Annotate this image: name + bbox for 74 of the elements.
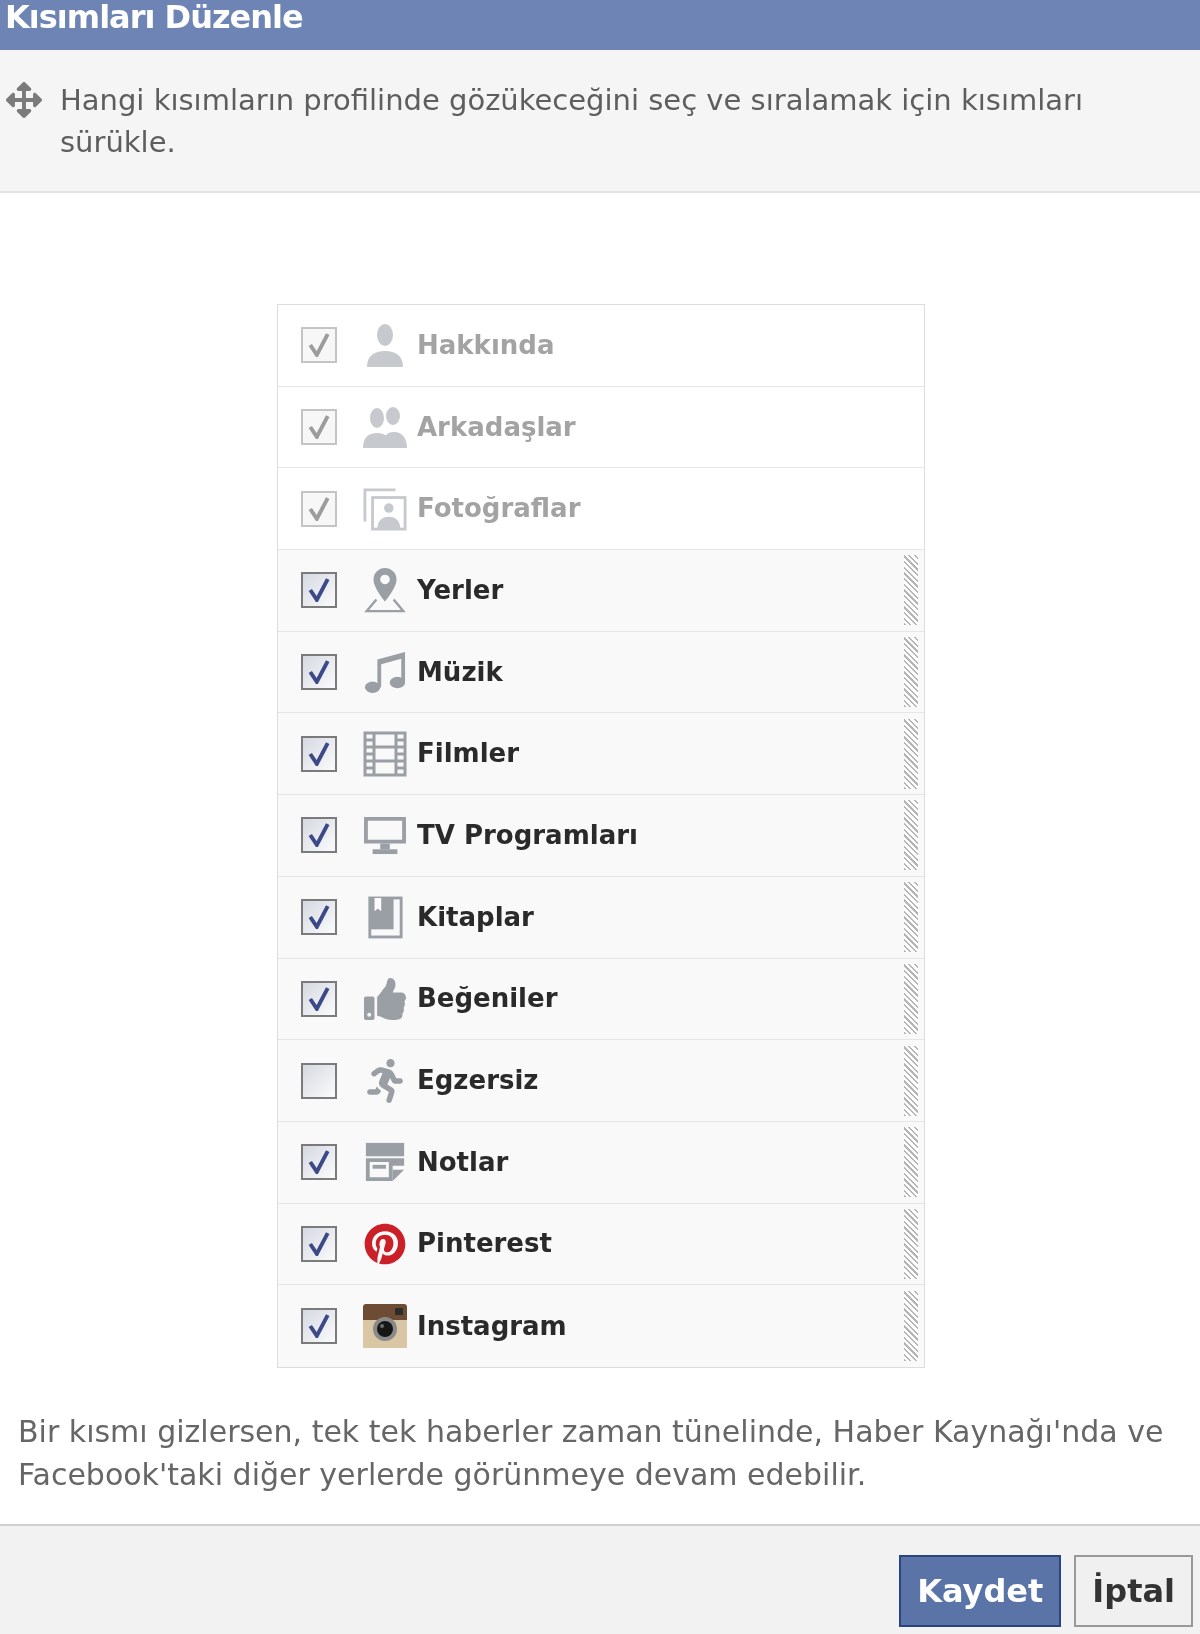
section-label: Müzik	[417, 655, 503, 689]
check-icon	[308, 1314, 330, 1339]
checkbox[interactable]	[301, 980, 337, 1017]
two-people-icon	[362, 406, 408, 449]
section-row[interactable]: Yerler	[278, 550, 924, 632]
check-icon	[308, 741, 330, 766]
check-icon	[308, 1150, 330, 1175]
thumbs-up-icon	[363, 977, 407, 1020]
monitor-icon	[362, 815, 408, 856]
section-label: Arkadaşlar	[417, 410, 576, 444]
drag-handle[interactable]	[904, 555, 918, 626]
section-row[interactable]: Müzik	[278, 631, 924, 714]
drag-handle[interactable]	[904, 800, 918, 871]
check-icon	[308, 578, 330, 603]
section-label: Yerler	[417, 573, 504, 607]
drag-handle[interactable]	[904, 1045, 918, 1116]
drag-handle[interactable]	[904, 718, 918, 789]
photos-icon	[363, 486, 407, 531]
section-row[interactable]: Instagram	[278, 1285, 924, 1367]
check-icon	[308, 905, 330, 930]
section-label: Fotoğraflar	[417, 492, 581, 526]
section-label: Kitaplar	[417, 900, 534, 934]
notes-icon	[364, 1141, 406, 1184]
cancel-button[interactable]: İptal	[1074, 1555, 1193, 1627]
section-label: Pinterest	[417, 1227, 552, 1261]
section-row[interactable]: Egzersiz	[278, 1040, 924, 1122]
checkbox[interactable]	[301, 735, 337, 772]
music-note-icon	[364, 650, 406, 695]
check-icon	[308, 496, 330, 521]
drag-handle[interactable]	[904, 963, 918, 1034]
drag-handle[interactable]	[904, 1291, 918, 1362]
checkbox[interactable]	[301, 817, 337, 854]
checkbox[interactable]	[301, 1225, 337, 1262]
drag-handle[interactable]	[904, 637, 918, 708]
map-pin-icon	[363, 567, 407, 614]
section-label: Hakkında	[417, 328, 555, 362]
note-text: Bir kısmı gizlersen, tek tek haberler zaman tünelinde, Haber Kaynağı'nda ve Facebook'taki diğer yerlerde görünmeye devam edebilir.	[17, 1412, 1165, 1494]
section-label: Egzersiz	[417, 1064, 539, 1098]
check-icon	[308, 1231, 330, 1256]
section-label: TV Programları	[417, 818, 638, 852]
section-row[interactable]: Filmler	[278, 713, 924, 796]
film-strip-icon	[363, 730, 407, 777]
book-icon	[366, 895, 404, 940]
check-icon	[308, 660, 330, 685]
checkbox[interactable]	[301, 899, 337, 936]
check-icon	[308, 415, 330, 440]
instruction-text: Hangi kısımların profilinde gözükeceğini seç ve sıralamak için kısımları sürükle.	[60, 82, 1085, 161]
circle-logo-icon	[364, 1222, 406, 1265]
checkbox[interactable]	[301, 654, 337, 691]
section-row[interactable]: Notlar	[278, 1121, 924, 1204]
save-button[interactable]: Kaydet	[899, 1555, 1062, 1627]
section-label: Instagram	[417, 1309, 567, 1343]
drag-handle[interactable]	[904, 882, 918, 953]
checkbox[interactable]	[301, 572, 337, 609]
check-icon	[308, 986, 330, 1011]
checkbox[interactable]	[301, 1308, 337, 1345]
section-label: Beğeniler	[417, 982, 558, 1016]
checkbox[interactable]	[301, 1144, 337, 1181]
section-label: Filmler	[417, 737, 520, 771]
section-row[interactable]: Pinterest	[278, 1203, 924, 1286]
section-row[interactable]: TV Programları	[278, 795, 924, 877]
running-person-icon	[366, 1058, 404, 1103]
camera-icon	[363, 1304, 407, 1349]
check-icon	[308, 823, 330, 848]
checkbox[interactable]	[301, 1062, 337, 1099]
section-label: Notlar	[417, 1145, 509, 1179]
person-icon	[365, 323, 405, 368]
section-row[interactable]: Beğeniler	[278, 958, 924, 1041]
check-icon	[308, 333, 330, 358]
dialog-title: Kısımları Düzenle	[5, 1, 303, 33]
move-icon	[6, 82, 42, 118]
section-row[interactable]: Kitaplar	[278, 876, 924, 959]
drag-handle[interactable]	[904, 1208, 918, 1279]
drag-handle[interactable]	[904, 1127, 918, 1198]
